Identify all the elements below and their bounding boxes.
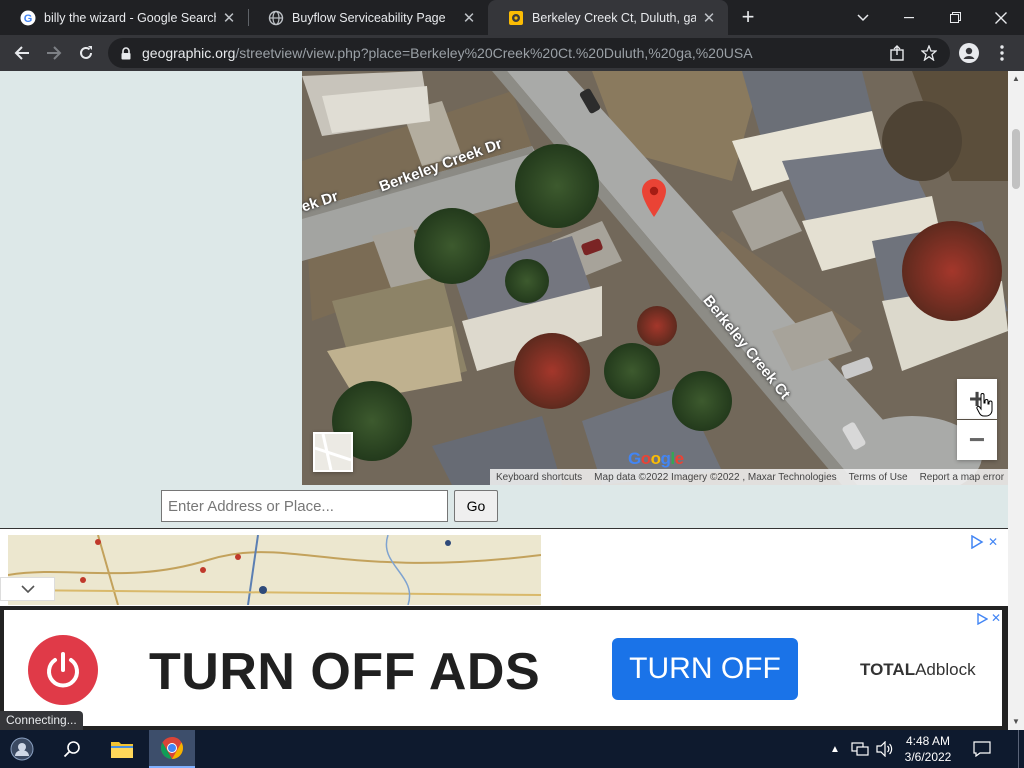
share-icon[interactable] — [886, 42, 908, 64]
map-type-thumbnail[interactable] — [313, 432, 353, 472]
url-path: /streetview/view.php?place=Berkeley%20Cr… — [235, 45, 753, 61]
profile-avatar-icon[interactable] — [955, 39, 983, 67]
power-icon — [28, 635, 98, 705]
scrollbar-thumb[interactable] — [1012, 129, 1020, 189]
map-attribution-bar: Keyboard shortcuts Map data ©2022 Imager… — [490, 469, 1008, 485]
bookmark-star-icon[interactable] — [918, 42, 940, 64]
status-bubble: Connecting... — [0, 711, 83, 730]
ad-close-icon[interactable]: ✕ — [989, 611, 1003, 625]
tab-close-icon[interactable]: ✕ — [700, 9, 718, 27]
zoom-out-button[interactable]: − — [957, 420, 997, 460]
ad-close-icon[interactable]: ✕ — [986, 535, 1000, 549]
chrome-taskbar-icon[interactable] — [149, 730, 195, 768]
chevron-down-icon — [20, 585, 35, 593]
ad-content: TURN OFF ADS TURN OFF TOTALAdblock ✕ — [4, 610, 1002, 726]
address-search-bar: Go — [0, 485, 1008, 529]
windows-taskbar: ▲ 4:48 AM 3/6/2022 — [0, 730, 1024, 768]
action-center-icon[interactable] — [968, 730, 996, 768]
map-marker-icon[interactable] — [642, 179, 666, 217]
ad-choices-icon[interactable] — [970, 534, 984, 550]
google-g-icon: G — [20, 10, 36, 26]
map-data-credit: Map data ©2022 Imagery ©2022 , Maxar Tec… — [594, 471, 837, 483]
report-map-error-link[interactable]: Report a map error — [914, 472, 1008, 483]
ad-close-label: ✕ — [990, 611, 1002, 625]
satellite-imagery — [302, 71, 1008, 485]
browser-toolbar: geographic.org/streetview/view.php?place… — [0, 35, 1024, 71]
ad-choices-icon[interactable] — [976, 612, 989, 626]
clock-time: 4:48 AM — [905, 734, 951, 748]
reload-button[interactable] — [72, 39, 100, 67]
keyboard-shortcuts-link[interactable]: Keyboard shortcuts — [490, 472, 588, 483]
back-button[interactable] — [8, 39, 36, 67]
geographic-icon — [508, 10, 524, 26]
tab-title: Berkeley Creek Ct, Duluth, ga, USA — [532, 10, 696, 25]
file-explorer-icon[interactable] — [100, 730, 144, 768]
lock-icon[interactable] — [118, 45, 134, 61]
tab-buyflow[interactable]: Buyflow Serviceability Page ✕ — [248, 0, 488, 35]
tab-berkeley-creek[interactable]: Berkeley Creek Ct, Duluth, ga, USA ✕ — [488, 0, 728, 35]
zoom-out-label: − — [968, 424, 986, 455]
tab-close-icon[interactable]: ✕ — [460, 9, 478, 27]
globe-icon — [268, 10, 284, 26]
terms-of-use-link[interactable]: Terms of Use — [843, 472, 914, 483]
left-blank-panel — [0, 71, 302, 485]
tab-close-icon[interactable]: ✕ — [220, 9, 238, 27]
brand-bold: TOTAL — [860, 660, 916, 679]
tab-search-icon[interactable] — [840, 0, 886, 35]
tab-strip: G billy the wizard - Google Search ✕ Buy… — [0, 0, 1024, 35]
show-hidden-icons-icon[interactable]: ▲ — [826, 730, 844, 768]
page-viewport: Berkeley Creek Dr ek Dr Berkeley Creek C… — [0, 71, 1008, 730]
volume-icon[interactable] — [874, 730, 896, 768]
region-road-map — [8, 535, 541, 605]
new-tab-button[interactable]: + — [736, 4, 760, 29]
google-logo: Google — [628, 449, 684, 468]
taskbar-clock[interactable]: 4:48 AM 3/6/2022 — [900, 733, 956, 765]
hand-cursor-icon — [976, 393, 994, 417]
ad-close-label: ✕ — [987, 535, 999, 549]
close-window-button[interactable] — [978, 0, 1024, 35]
tab-title: Buyflow Serviceability Page — [292, 10, 446, 25]
brand-rest: Adblock — [915, 660, 976, 679]
vertical-scrollbar[interactable]: ▲ ▼ — [1008, 71, 1024, 730]
clock-date: 3/6/2022 — [904, 750, 952, 764]
search-icon[interactable] — [52, 730, 92, 768]
url-text: geographic.org/streetview/view.php?place… — [142, 45, 753, 61]
bottom-banner-ad[interactable]: TURN OFF ADS TURN OFF TOTALAdblock ✕ — [0, 606, 1008, 730]
address-input[interactable] — [161, 490, 448, 522]
scroll-down-arrow-icon[interactable]: ▼ — [1012, 718, 1020, 726]
restore-button[interactable] — [932, 0, 978, 35]
address-bar[interactable]: geographic.org/streetview/view.php?place… — [108, 38, 950, 68]
show-desktop-button[interactable] — [1018, 730, 1024, 768]
go-button[interactable]: Go — [454, 490, 498, 522]
url-host: geographic.org — [142, 45, 236, 61]
ad-brand-logo: TOTALAdblock — [860, 660, 976, 680]
satellite-map[interactable]: Berkeley Creek Dr ek Dr Berkeley Creek C… — [302, 71, 1008, 485]
start-button[interactable] — [0, 730, 44, 768]
svg-text:G: G — [24, 13, 33, 25]
tab-title: billy the wizard - Google Search — [44, 10, 216, 25]
turn-off-button[interactable]: TURN OFF — [612, 638, 798, 700]
ad-headline: TURN OFF ADS — [149, 643, 541, 701]
network-icon[interactable] — [850, 730, 870, 768]
menu-kebab-icon[interactable] — [988, 39, 1016, 67]
scroll-up-arrow-icon[interactable]: ▲ — [1012, 75, 1020, 83]
tab-google-search[interactable]: G billy the wizard - Google Search ✕ — [0, 0, 248, 35]
ad-collapse-button[interactable] — [0, 577, 55, 601]
minimize-button[interactable] — [886, 0, 932, 35]
forward-button[interactable] — [40, 39, 68, 67]
